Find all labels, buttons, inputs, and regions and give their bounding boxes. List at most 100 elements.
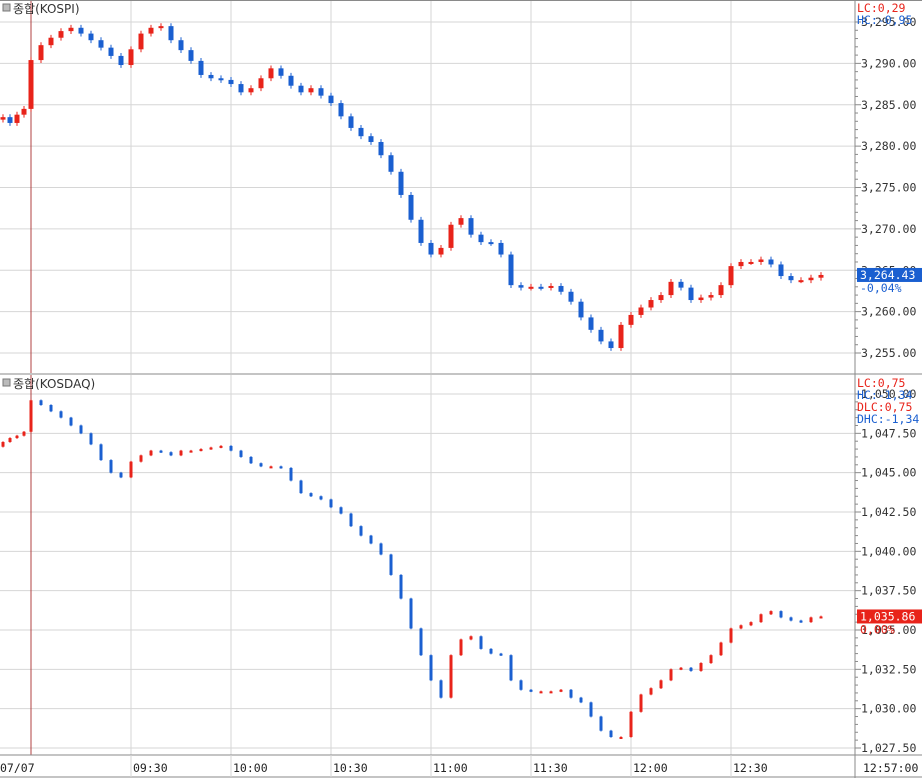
prior-candle [15, 435, 19, 439]
candle [208, 74, 214, 79]
x-tick-label: 11:30 [533, 761, 568, 775]
prior-candle [8, 438, 12, 442]
candle [429, 655, 433, 681]
candle [738, 261, 744, 267]
info-label: DHC:-1,34 [857, 412, 919, 426]
candle [478, 234, 484, 243]
y-tick-label: 3,290.00 [861, 56, 916, 70]
candle [78, 27, 84, 34]
candle [709, 655, 713, 664]
candle [489, 648, 493, 654]
candle [179, 450, 183, 456]
candle [779, 611, 783, 618]
candle [698, 297, 704, 301]
candle [378, 141, 384, 156]
pane-title: 종합(KOSPI) [13, 2, 80, 16]
candle [789, 617, 793, 621]
candle [359, 526, 363, 536]
candle [278, 68, 284, 76]
y-tick-label: 3,275.00 [861, 181, 916, 195]
candle [589, 702, 593, 717]
candle [718, 285, 724, 296]
candle [169, 452, 173, 456]
candle [648, 300, 654, 308]
candle [158, 26, 164, 29]
candle [699, 663, 703, 671]
candle [788, 276, 794, 281]
candle [679, 667, 683, 670]
candle [509, 655, 513, 681]
last-value: 1,035.86 [860, 609, 915, 623]
candle [29, 400, 33, 432]
x-tick-label: 10:30 [333, 761, 368, 775]
candle [68, 27, 74, 32]
candle [349, 513, 353, 527]
candle [629, 711, 633, 737]
candle [149, 450, 153, 456]
candle [568, 291, 574, 302]
candle [759, 614, 763, 623]
candle [588, 317, 594, 330]
candle [728, 266, 734, 286]
series-toggle-icon[interactable] [2, 3, 11, 12]
candle [798, 280, 804, 283]
candle [439, 680, 443, 698]
chart-canvas[interactable]: 3,295.003,290.003,285.003,280.003,275.00… [0, 0, 922, 778]
candle [528, 286, 534, 289]
candle [668, 281, 674, 296]
candle [659, 680, 663, 689]
candle [148, 27, 154, 34]
candle [319, 496, 323, 500]
series-toggle-icon[interactable] [2, 378, 11, 387]
candle [619, 736, 623, 739]
candle [689, 667, 693, 671]
candle [479, 636, 483, 649]
candle [129, 461, 133, 478]
candle [238, 84, 244, 93]
candle [569, 689, 573, 698]
candle [248, 88, 254, 93]
candle [618, 324, 624, 349]
candle [578, 301, 584, 318]
candle [399, 574, 403, 599]
candle [99, 444, 103, 461]
candle [369, 535, 373, 544]
candle [449, 655, 453, 698]
y-tick-label: 1,045.00 [861, 466, 916, 480]
candle [729, 628, 733, 643]
candle [799, 620, 803, 623]
dual-index-chart[interactable]: 3,295.00 3,290.00 3,285.00 3,280.00 3,275.00… [0, 0, 922, 778]
candle [218, 78, 224, 81]
candle [579, 697, 583, 703]
candle [89, 433, 93, 445]
candle [209, 447, 213, 450]
candle [609, 730, 613, 737]
candle [518, 285, 524, 288]
last-value: 3,264.43 [860, 268, 915, 282]
candle [708, 295, 714, 298]
candle [249, 456, 253, 464]
candle [49, 405, 53, 412]
y-tick-label: 1,042.50 [861, 505, 916, 519]
candle [499, 653, 503, 656]
candle [608, 341, 614, 349]
prior-candle [7, 117, 13, 123]
y-tick-label: 1,037.50 [861, 584, 916, 598]
candle [299, 480, 303, 494]
candle [279, 466, 283, 469]
candle [519, 680, 523, 690]
candle [318, 88, 324, 96]
candle [269, 466, 273, 469]
candle [539, 691, 543, 694]
candle [98, 40, 104, 48]
prior-candle [22, 431, 26, 436]
candle [448, 224, 454, 248]
candle [268, 68, 274, 79]
candle [258, 78, 264, 89]
candle [548, 285, 554, 288]
candle [459, 639, 463, 656]
candle [529, 689, 533, 692]
x-tick-label: 10:00 [233, 761, 268, 775]
candle [638, 307, 644, 315]
last-change: -0,04% [860, 281, 902, 295]
